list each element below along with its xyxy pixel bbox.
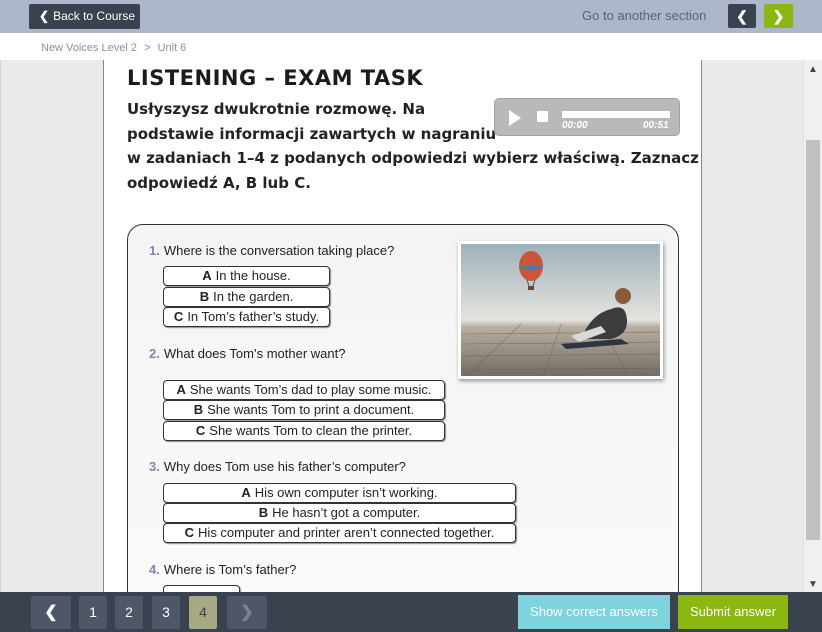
option-text: She wants Tom to print a document. — [207, 402, 415, 417]
question-text: Why does Tom use his father’s computer? — [163, 459, 406, 474]
option-text: His computer and printer aren’t connecte… — [198, 525, 495, 540]
option-letter: A — [176, 382, 186, 397]
question-3: 3. Why does Tom use his father’s computer… — [149, 459, 406, 474]
option-text: She wants Tom’s dad to play some music. — [189, 382, 432, 397]
option-1b[interactable]: B In the garden. — [163, 287, 330, 307]
audio-current-time: 00:00 — [562, 120, 588, 131]
audio-progress-track[interactable] — [562, 111, 670, 118]
option-text: In Tom’s father’s study. — [187, 309, 320, 324]
go-to-section-label: Go to another section — [582, 8, 707, 23]
audio-total-time: 00:51 — [643, 120, 669, 131]
option-letter: C — [195, 423, 206, 438]
page-button-3[interactable]: 3 — [152, 596, 180, 629]
option-letter: A — [202, 268, 212, 283]
question-1: 1. Where is the conversation taking place… — [149, 243, 394, 258]
question-text: Where is Tom’s father? — [163, 562, 297, 577]
scroll-up-icon[interactable]: ▲ — [808, 64, 818, 75]
option-letter: C — [184, 525, 195, 540]
question-text: What does Tom’s mother want? — [163, 346, 346, 361]
option-4a[interactable] — [163, 585, 240, 592]
question-number: 1. — [149, 243, 160, 258]
option-letter: B — [193, 402, 204, 417]
back-label: Back to Course — [53, 9, 136, 23]
breadcrumb: New Voices Level 2 > Unit 6 — [41, 42, 190, 54]
question-panel: 1. Where is the conversation taking place… — [127, 224, 679, 592]
option-2c[interactable]: C She wants Tom to clean the printer. — [163, 421, 445, 441]
question-number: 3. — [149, 459, 160, 474]
page-title: LISTENING – EXAM TASK — [127, 66, 424, 90]
option-letter: A — [241, 485, 251, 500]
bottom-bar: ❮ 1 2 3 4 ❯ Show correct answers Submit … — [0, 592, 822, 632]
option-text: He hasn’t got a computer. — [272, 505, 421, 520]
balloon-laptop-photo — [458, 241, 663, 379]
breadcrumb-course[interactable]: New Voices Level 2 — [41, 42, 137, 54]
next-section-button[interactable]: ❯ — [764, 4, 793, 28]
page-button-1[interactable]: 1 — [79, 596, 107, 629]
option-3a[interactable]: A His own computer isn’t working. — [163, 483, 516, 503]
play-icon[interactable] — [509, 110, 521, 126]
question-number: 2. — [149, 346, 160, 361]
option-text: In the garden. — [213, 289, 294, 304]
chevron-right-icon: ❯ — [240, 604, 254, 621]
chevron-left-icon: ❮ — [39, 9, 50, 23]
option-text: She wants Tom to clean the printer. — [209, 423, 413, 438]
chevron-left-icon: ❮ — [44, 604, 58, 621]
stop-icon[interactable] — [537, 111, 548, 122]
question-2: 2. What does Tom’s mother want? — [149, 346, 345, 361]
option-1c[interactable]: C In Tom’s father’s study. — [163, 307, 330, 327]
audio-player: 00:00 00:51 — [494, 98, 680, 136]
breadcrumb-separator: > — [144, 42, 151, 54]
breadcrumb-unit[interactable]: Unit 6 — [158, 42, 187, 54]
show-correct-answers-button[interactable]: Show correct answers — [518, 595, 670, 629]
submit-answer-button[interactable]: Submit answer — [678, 595, 788, 629]
question-number: 4. — [149, 562, 160, 577]
option-2a[interactable]: A She wants Tom’s dad to play some music. — [163, 380, 445, 400]
page-button-4[interactable]: 4 — [189, 596, 217, 629]
back-to-course-button[interactable]: ❮ Back to Course — [29, 4, 140, 29]
instruction-line: w zadaniach 1–4 z podanych odpowiedzi wy… — [127, 149, 699, 167]
scroll-down-icon[interactable]: ▼ — [808, 579, 818, 590]
option-letter: C — [173, 309, 184, 324]
question-4: 4. Where is Tom’s father? — [149, 562, 296, 577]
option-1a[interactable]: A In the house. — [163, 266, 330, 286]
photo-illustration — [461, 244, 660, 376]
option-letter: B — [199, 289, 210, 304]
scrollbar-thumb[interactable] — [806, 140, 820, 540]
option-letter: B — [258, 505, 269, 520]
option-text: His own computer isn’t working. — [254, 485, 438, 500]
option-2b[interactable]: B She wants Tom to print a document. — [163, 400, 445, 420]
option-3c[interactable]: C His computer and printer aren’t connect… — [163, 523, 516, 543]
next-page-button[interactable]: ❯ — [227, 596, 267, 629]
page-button-2[interactable]: 2 — [115, 596, 143, 629]
option-3b[interactable]: B He hasn’t got a computer. — [163, 503, 516, 523]
question-text: Where is the conversation taking place? — [163, 243, 395, 258]
option-text: In the house. — [215, 268, 291, 283]
exercise-page: LISTENING – EXAM TASK Usłyszysz dwukrotn… — [103, 60, 702, 592]
previous-section-button[interactable]: ❮ — [728, 4, 756, 28]
page-scrollbar[interactable]: ▲ ▼ — [803, 60, 822, 592]
instruction-line: odpowiedź A, B lub C. — [127, 173, 311, 192]
previous-page-button[interactable]: ❮ — [31, 596, 71, 629]
top-bar: ❮ Back to Course Go to another section ❮ … — [0, 0, 822, 33]
chevron-left-icon: ❮ — [736, 8, 748, 24]
chevron-right-icon: ❯ — [772, 8, 785, 24]
